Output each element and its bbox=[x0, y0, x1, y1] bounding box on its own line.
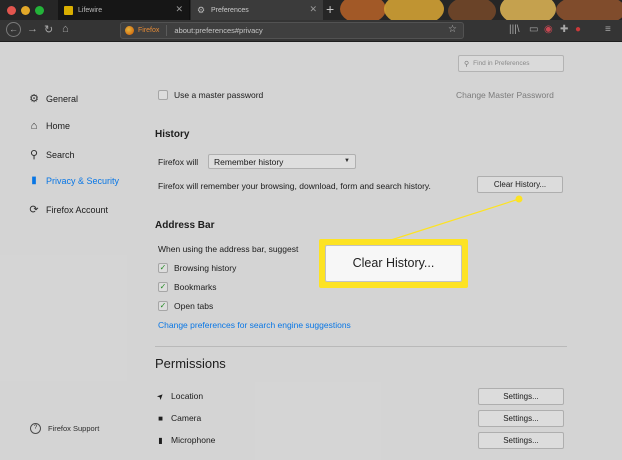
open-tabs-checkbox[interactable]: ✓ bbox=[158, 301, 168, 311]
sidebar-item-label: Home bbox=[46, 121, 71, 131]
close-tab-icon[interactable]: ✕ bbox=[175, 4, 183, 15]
history-mode-select[interactable]: Remember history ▼ bbox=[208, 154, 356, 169]
zoom-window-button[interactable] bbox=[35, 6, 44, 15]
pocket-icon[interactable]: ◉ bbox=[544, 24, 553, 35]
camera-settings-button[interactable]: Settings... bbox=[478, 410, 564, 427]
tab-preferences[interactable]: ⚙ Preferences ✕ bbox=[191, 0, 323, 20]
change-master-password-button[interactable]: Change Master Password bbox=[456, 90, 554, 100]
theme-art-5 bbox=[556, 0, 622, 20]
gear-icon: ⚙ bbox=[197, 4, 206, 15]
permission-label: Microphone bbox=[171, 435, 216, 445]
sidebar-item-label: Privacy & Security bbox=[46, 175, 120, 186]
minimize-window-button[interactable] bbox=[21, 6, 30, 15]
bookmarks-checkbox[interactable]: ✓ bbox=[158, 282, 168, 292]
sidebar-item-firefox-account[interactable]: ⟳ Firefox Account bbox=[27, 203, 108, 216]
permission-label: Location bbox=[171, 391, 204, 401]
address-bar-heading: Address Bar bbox=[155, 220, 215, 231]
theme-art-4 bbox=[500, 0, 556, 20]
sync-icon: ⟳ bbox=[29, 204, 39, 216]
identity-box[interactable]: Firefox bbox=[121, 25, 168, 36]
search-icon: ⚲ bbox=[29, 149, 39, 161]
history-mode-value: Remember history bbox=[214, 156, 284, 167]
close-tab-icon[interactable]: ✕ bbox=[309, 4, 317, 15]
firefox-support-link[interactable]: ? Firefox Support bbox=[30, 423, 99, 434]
permission-row-camera: ■ Camera bbox=[155, 413, 201, 423]
history-description: Firefox will remember your browsing, dow… bbox=[158, 181, 431, 191]
new-tab-button[interactable]: + bbox=[326, 1, 334, 17]
forward-icon[interactable]: → bbox=[27, 23, 38, 35]
permissions-heading: Permissions bbox=[155, 356, 226, 371]
account-icon[interactable]: ● bbox=[575, 24, 581, 35]
chevron-down-icon: ▼ bbox=[344, 158, 350, 164]
help-icon: ? bbox=[30, 423, 41, 434]
camera-icon: ■ bbox=[158, 413, 163, 423]
back-icon[interactable]: ← bbox=[6, 22, 21, 37]
location-settings-button[interactable]: Settings... bbox=[478, 388, 564, 405]
preferences-content: ⚲ Find in Preferences ⚙ General ⌂ Home ⚲… bbox=[0, 42, 622, 460]
open-tabs-label: Open tabs bbox=[174, 301, 214, 311]
extension-icon[interactable]: ✚ bbox=[560, 24, 568, 35]
lifewire-favicon-icon bbox=[64, 5, 73, 15]
tab-label: Preferences bbox=[211, 6, 249, 14]
microphone-settings-button[interactable]: Settings... bbox=[478, 432, 564, 449]
master-password-checkbox[interactable] bbox=[158, 90, 168, 100]
sidebar-item-home[interactable]: ⌂ Home bbox=[27, 120, 70, 132]
location-arrow-icon: ➤ bbox=[154, 390, 167, 402]
title-bar: Lifewire ✕ ⚙ Preferences ✕ + bbox=[0, 0, 622, 20]
clear-history-button[interactable]: Clear History... bbox=[477, 176, 563, 193]
firefox-logo-icon bbox=[125, 26, 134, 35]
tab-label: Lifewire bbox=[78, 6, 103, 14]
sidebar-item-general[interactable]: ⚙ General bbox=[27, 92, 78, 105]
home-icon[interactable]: ⌂ bbox=[62, 23, 69, 35]
theme-art-2 bbox=[384, 0, 444, 20]
permission-row-microphone: ▮ Microphone bbox=[155, 435, 215, 445]
tab-lifewire[interactable]: Lifewire ✕ bbox=[58, 0, 190, 20]
sidebar-icon[interactable]: ▭ bbox=[529, 24, 538, 35]
lock-icon: ▮ bbox=[31, 175, 37, 186]
permission-row-location: ➤ Location bbox=[154, 390, 204, 402]
address-bar-intro: When using the address bar, suggest bbox=[158, 244, 299, 254]
home-icon: ⌂ bbox=[30, 120, 38, 132]
clear-history-callout: Clear History... bbox=[319, 239, 468, 288]
identity-label: Firefox bbox=[138, 27, 160, 34]
sidebar-item-privacy-security[interactable]: ▮ Privacy & Security bbox=[27, 175, 119, 186]
search-suggestions-link[interactable]: Change preferences for search engine sug… bbox=[158, 320, 351, 330]
navigation-bar: ← → ↻ ⌂ Firefox about:preferences#privac… bbox=[0, 20, 622, 42]
bookmarks-label: Bookmarks bbox=[174, 282, 217, 292]
permission-label: Camera bbox=[171, 413, 202, 423]
sidebar-item-label: Firefox Account bbox=[46, 204, 109, 215]
search-placeholder: Find in Preferences bbox=[473, 60, 530, 67]
gear-icon: ⚙ bbox=[29, 93, 39, 105]
sidebar-item-label: General bbox=[46, 93, 79, 104]
theme-art-3 bbox=[448, 0, 496, 20]
library-icon[interactable]: |||\ bbox=[509, 24, 520, 35]
theme-art-1 bbox=[340, 0, 386, 20]
close-window-button[interactable] bbox=[7, 6, 16, 15]
sidebar-item-label: Search bbox=[46, 149, 75, 160]
section-divider bbox=[155, 346, 567, 347]
url-text: about:preferences#privacy bbox=[174, 26, 263, 35]
url-bar[interactable]: Firefox about:preferences#privacy ☆ bbox=[120, 22, 464, 39]
sidebar-item-search[interactable]: ⚲ Search bbox=[27, 148, 75, 161]
browsing-history-label: Browsing history bbox=[174, 263, 237, 273]
menu-icon[interactable]: ≡ bbox=[605, 24, 611, 35]
find-in-preferences-input[interactable]: ⚲ Find in Preferences bbox=[458, 55, 564, 72]
master-password-label: Use a master password bbox=[174, 90, 264, 100]
search-icon: ⚲ bbox=[464, 60, 470, 68]
firefox-will-label: Firefox will bbox=[158, 157, 199, 167]
history-heading: History bbox=[155, 129, 190, 140]
microphone-icon: ▮ bbox=[158, 435, 163, 445]
clear-history-zoomed-button[interactable]: Clear History... bbox=[325, 245, 462, 282]
support-label: Firefox Support bbox=[48, 424, 100, 433]
bookmark-star-icon[interactable]: ☆ bbox=[448, 24, 457, 35]
browsing-history-checkbox[interactable]: ✓ bbox=[158, 263, 168, 273]
reload-icon[interactable]: ↻ bbox=[44, 23, 53, 36]
